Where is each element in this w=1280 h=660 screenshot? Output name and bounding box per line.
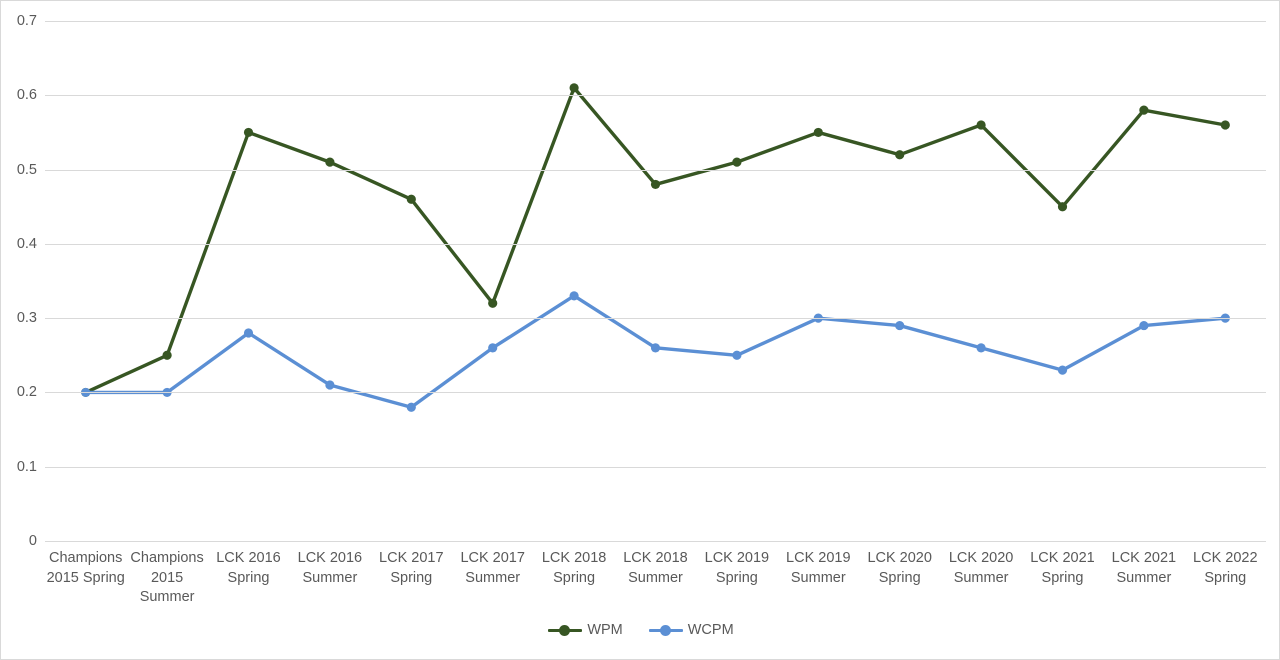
gridline [45, 392, 1266, 394]
data-point [325, 380, 335, 390]
x-axis-tick-label: LCK 2019 Spring [704, 550, 770, 586]
legend-marker-icon [648, 623, 683, 637]
x-axis-tick-label: LCK 2020 Spring [867, 550, 932, 586]
y-axis-tick-label: 0.4 [16, 235, 37, 252]
legend-marker-icon [548, 623, 583, 637]
x-axis-tick-label: LCK 2021 Spring [1030, 550, 1095, 586]
data-point [243, 328, 254, 338]
x-axis-tick-label: LCK 2016 Summer [297, 550, 363, 586]
gridline [45, 169, 1266, 171]
legend-label: WPM [587, 622, 623, 638]
data-point [732, 157, 742, 167]
y-axis-tick-label: 0.2 [16, 384, 37, 401]
data-point [325, 157, 335, 167]
x-axis-tick-label: LCK 2022 Spring [1193, 550, 1258, 586]
y-axis-tick-label: 0.6 [16, 87, 37, 104]
gridline [45, 21, 1266, 22]
y-axis: 0.7 0.6 0.5 0.4 0.3 0.2 0.1 0 [1, 1, 37, 659]
gridline [45, 243, 1266, 245]
data-point [895, 320, 905, 331]
data-point [1139, 320, 1149, 331]
data-point [650, 179, 661, 190]
x-axis-tick-label: Champions 2015 Summer [130, 550, 204, 606]
x-axis-tick-label: LCK 2018 Spring [541, 550, 607, 586]
plot-area [45, 21, 1266, 542]
data-point [406, 194, 416, 204]
data-point [488, 343, 498, 353]
series-layer [81, 83, 1230, 412]
data-point [976, 120, 986, 130]
gridline [45, 318, 1266, 320]
y-axis-tick-label: 0.1 [16, 458, 37, 475]
data-point [569, 291, 579, 301]
data-point [406, 402, 416, 412]
data-point [650, 343, 661, 353]
y-axis-tick-label: 0 [28, 533, 37, 549]
data-point [1220, 120, 1230, 130]
y-axis-tick-label: 0.3 [16, 310, 37, 327]
legend-item-wpm[interactable]: WPM [548, 622, 623, 638]
x-axis-tick-label: Champions 2015 Spring [46, 550, 125, 586]
data-point [1057, 202, 1068, 212]
gridline [45, 541, 1266, 542]
x-axis-tick-label: LCK 2016 Spring [216, 550, 281, 586]
chart-legend: WPM WCPM [1, 622, 1279, 638]
x-axis-tick-label: LCK 2021 Summer [1111, 550, 1177, 586]
data-point [162, 350, 172, 360]
x-axis: Champions 2015 Spring Champions 2015 Summ… [45, 549, 1266, 609]
gridline [45, 466, 1266, 468]
gridline [45, 95, 1266, 97]
data-point [732, 350, 742, 360]
data-point [1057, 365, 1068, 375]
data-point [895, 150, 905, 160]
x-axis-tick-label: LCK 2019 Summer [786, 550, 851, 586]
x-axis-tick-label: LCK 2018 Summer [623, 550, 688, 586]
y-axis-tick-label: 0.7 [16, 13, 37, 29]
legend-item-wcpm[interactable]: WCPM [648, 622, 734, 638]
y-axis-tick-label: 0.5 [16, 161, 37, 178]
data-point [488, 298, 498, 308]
legend-label: WCPM [687, 622, 734, 638]
data-point [569, 83, 579, 93]
x-axis-tick-label: LCK 2017 Spring [379, 550, 444, 586]
data-point [243, 127, 254, 138]
data-point [1139, 105, 1149, 115]
data-point [976, 343, 986, 353]
x-axis-tick-label: LCK 2020 Summer [948, 550, 1014, 586]
data-point [813, 127, 823, 138]
line-chart: 0.7 0.6 0.5 0.4 0.3 0.2 0.1 0 Champions 2015 Sp… [0, 0, 1280, 660]
x-axis-tick-label: LCK 2017 Summer [460, 550, 525, 586]
